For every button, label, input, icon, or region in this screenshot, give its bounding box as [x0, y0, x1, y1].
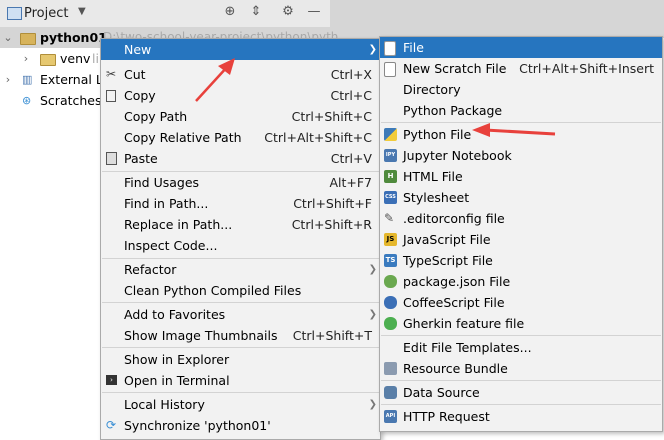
database-icon	[384, 386, 397, 399]
resource-bundle-icon	[384, 362, 397, 375]
library-icon: ▥	[22, 73, 33, 86]
new-item-resource-bundle[interactable]: Resource Bundle	[380, 358, 662, 379]
typescript-icon: TS	[384, 254, 397, 267]
menu-item-replace-in-path[interactable]: Replace in Path... Ctrl+Shift+R	[101, 214, 380, 235]
root-label: python01	[40, 30, 107, 45]
new-item-package-json[interactable]: package.json File	[380, 271, 662, 292]
gherkin-icon	[384, 317, 397, 330]
new-item-coffeescript-file[interactable]: CoffeeScript File	[380, 292, 662, 313]
menu-item-show-in-explorer[interactable]: Show in Explorer	[101, 349, 380, 370]
sync-icon: ⟳	[106, 418, 117, 432]
menu-separator	[381, 380, 661, 381]
menu-item-paste[interactable]: Paste Ctrl+V	[101, 148, 380, 169]
coffeescript-icon	[384, 296, 397, 309]
collapsed-arrow-icon[interactable]: ›	[21, 48, 31, 69]
menu-item-find-usages[interactable]: Find Usages Alt+F7	[101, 172, 380, 193]
menu-item-cut[interactable]: ✂ Cut Ctrl+X	[101, 64, 380, 85]
venv-suffix: li	[92, 51, 99, 66]
copy-icon	[106, 90, 116, 102]
new-item-python-file[interactable]: Python File	[380, 124, 662, 145]
new-item-javascript-file[interactable]: JS JavaScript File	[380, 229, 662, 250]
new-item-jupyter-notebook[interactable]: IPY Jupyter Notebook	[380, 145, 662, 166]
python-file-icon	[384, 128, 397, 141]
menu-item-copy-path[interactable]: Copy Path Ctrl+Shift+C	[101, 106, 380, 127]
editor-area-background	[330, 0, 664, 38]
gear-icon[interactable]: ⚙	[281, 5, 295, 19]
dropdown-arrow-icon[interactable]: ▼	[78, 6, 86, 17]
folder-icon	[20, 32, 36, 45]
javascript-icon: JS	[384, 233, 397, 246]
submenu-arrow-icon: ❯	[368, 399, 377, 410]
scratch-file-icon	[384, 62, 396, 77]
menu-separator	[102, 302, 379, 303]
menu-item-synchronize[interactable]: ⟳ Synchronize 'python01'	[101, 415, 380, 436]
scratches-icon: ⊛	[22, 94, 32, 107]
css-icon: CSS	[384, 191, 397, 204]
new-item-typescript-file[interactable]: TS TypeScript File	[380, 250, 662, 271]
menu-item-find-in-path[interactable]: Find in Path... Ctrl+Shift+F	[101, 193, 380, 214]
new-item-gherkin-file[interactable]: Gherkin feature file	[380, 313, 662, 334]
terminal-icon: ›	[106, 375, 117, 385]
paste-icon	[106, 152, 117, 165]
menu-separator	[102, 392, 379, 393]
menu-item-inspect-code[interactable]: Inspect Code...	[101, 235, 380, 256]
new-item-data-source[interactable]: Data Source	[380, 382, 662, 403]
menu-separator	[381, 335, 661, 336]
new-item-python-package[interactable]: Python Package	[380, 100, 662, 121]
menu-separator	[381, 404, 661, 405]
collapsed-arrow-icon[interactable]: ›	[3, 69, 13, 90]
project-tool-window-header: Project ▼ ⊕ ⇕ ⚙ —	[0, 0, 330, 28]
new-item-file[interactable]: File	[380, 37, 662, 58]
menu-item-local-history[interactable]: Local History ❯	[101, 394, 380, 415]
folder-icon	[40, 53, 56, 66]
file-icon	[384, 41, 396, 56]
menu-item-show-thumbnails[interactable]: Show Image Thumbnails Ctrl+Shift+T	[101, 325, 380, 346]
new-submenu: File New Scratch File Ctrl+Alt+Shift+Ins…	[379, 36, 663, 432]
collapse-all-icon[interactable]: ⇕	[249, 5, 263, 19]
submenu-arrow-icon: ❯	[368, 309, 377, 320]
new-item-scratch-file[interactable]: New Scratch File Ctrl+Alt+Shift+Insert	[380, 58, 662, 79]
scratches-label: Scratches	[40, 93, 102, 108]
scissors-icon: ✂	[106, 67, 117, 81]
external-libraries-label: External Li	[40, 72, 107, 87]
jupyter-icon: IPY	[384, 149, 397, 162]
http-api-icon: API	[384, 410, 397, 423]
menu-item-add-to-favorites[interactable]: Add to Favorites ❯	[101, 304, 380, 325]
new-item-edit-file-templates[interactable]: Edit File Templates...	[380, 337, 662, 358]
menu-item-clean-compiled[interactable]: Clean Python Compiled Files	[101, 280, 380, 301]
new-item-directory[interactable]: Directory	[380, 79, 662, 100]
nodejs-icon	[384, 275, 397, 288]
project-view-icon	[7, 7, 22, 20]
locate-target-icon[interactable]: ⊕	[223, 5, 237, 19]
menu-item-copy-relative-path[interactable]: Copy Relative Path Ctrl+Alt+Shift+C	[101, 127, 380, 148]
menu-item-refactor[interactable]: Refactor ❯	[101, 259, 380, 280]
new-item-http-request[interactable]: API HTTP Request	[380, 406, 662, 427]
context-menu: New ❯ ✂ Cut Ctrl+X Copy Ctrl+C Copy Path…	[100, 38, 381, 440]
menu-separator	[102, 347, 379, 348]
menu-item-open-in-terminal[interactable]: › Open in Terminal	[101, 370, 380, 391]
submenu-arrow-icon: ❯	[368, 264, 377, 275]
menu-item-new[interactable]: New ❯	[101, 39, 380, 60]
editorconfig-icon: ✎	[384, 211, 395, 225]
project-title[interactable]: Project	[24, 6, 68, 21]
venv-label: venv	[60, 51, 91, 66]
minimize-icon[interactable]: —	[307, 5, 321, 19]
expand-arrow-icon[interactable]: ⌄	[3, 27, 13, 48]
submenu-arrow-icon: ❯	[368, 44, 377, 55]
html-icon: H	[384, 170, 397, 183]
menu-separator	[381, 122, 661, 123]
new-item-editorconfig[interactable]: ✎ .editorconfig file	[380, 208, 662, 229]
menu-item-copy[interactable]: Copy Ctrl+C	[101, 85, 380, 106]
new-item-stylesheet[interactable]: CSS Stylesheet	[380, 187, 662, 208]
new-item-html-file[interactable]: H HTML File	[380, 166, 662, 187]
